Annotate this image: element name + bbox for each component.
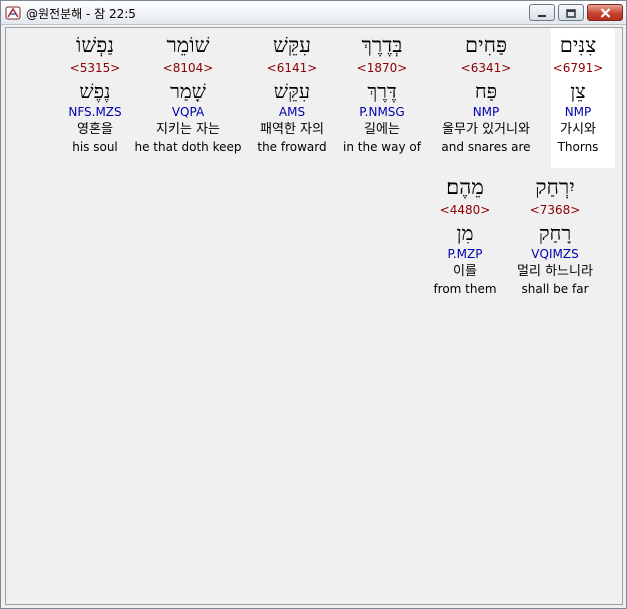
korean-gloss: 올무가 있거니와 xyxy=(442,122,530,137)
app-window: @원전분해 - 잠 22:5 צִנִּים <6791> צֵן NMP 가시… xyxy=(0,0,627,609)
strong-number[interactable]: <5315> xyxy=(35,60,155,76)
korean-gloss: 이를 xyxy=(453,264,477,279)
strong-number[interactable]: <6341> xyxy=(426,60,546,76)
english-gloss: and snares are xyxy=(441,140,531,154)
interlinear-view[interactable]: צִנִּים <6791> צֵן NMP 가시와 Thorns פַּחִי… xyxy=(5,27,623,605)
window-title: @원전분해 - 잠 22:5 xyxy=(26,7,136,21)
hebrew-word: עִקֵּשׁ xyxy=(273,33,311,57)
close-button[interactable] xyxy=(587,4,623,21)
title-bar[interactable]: @원전분해 - 잠 22:5 xyxy=(1,1,626,25)
lexical-form: מִן xyxy=(456,221,474,245)
english-gloss: the froward xyxy=(257,140,327,154)
lexical-form: פַּח xyxy=(474,79,498,103)
lexical-form: עִקֵּשׁ xyxy=(273,79,311,103)
korean-gloss: 영혼을 xyxy=(77,122,113,137)
hebrew-word: מֵהֶם׃ xyxy=(446,175,484,199)
close-icon xyxy=(600,3,611,22)
hebrew-word: נַפְשׁוֹ xyxy=(75,33,115,57)
strong-number[interactable]: <6141> xyxy=(232,60,352,76)
minimize-icon xyxy=(537,3,547,22)
english-gloss: from them xyxy=(433,282,497,296)
minimize-button[interactable] xyxy=(529,4,555,21)
maximize-button[interactable] xyxy=(558,4,584,21)
word-cell[interactable]: מֵהֶם׃ <4480> מִן P.MZP 이를 from them xyxy=(405,172,525,297)
strong-number[interactable]: <4480> xyxy=(405,202,525,218)
word-cell[interactable]: פַּחִים <6341> פַּח NMP 올무가 있거니와 and sna… xyxy=(426,30,546,155)
hebrew-book-icon[interactable] xyxy=(5,5,21,21)
english-gloss: his soul xyxy=(72,140,118,154)
word-cell[interactable]: נַפְשׁוֹ <5315> נֶפֶשׁ NFS.MZS 영혼을 his s… xyxy=(35,30,155,155)
korean-gloss: 패역한 자의 xyxy=(260,122,324,137)
morphology-code: AMS xyxy=(278,105,306,119)
morphology-code: P.MZP xyxy=(447,247,483,261)
morphology-code: NFS.MZS xyxy=(68,105,122,119)
morphology-code: NMP xyxy=(472,105,500,119)
word-cell[interactable]: עִקֵּשׁ <6141> עִקֵּשׁ AMS 패역한 자의 the fr… xyxy=(232,30,352,155)
hebrew-word: פַּחִים xyxy=(464,33,508,57)
maximize-icon xyxy=(566,3,576,22)
lexical-form: נֶפֶשׁ xyxy=(79,79,111,103)
